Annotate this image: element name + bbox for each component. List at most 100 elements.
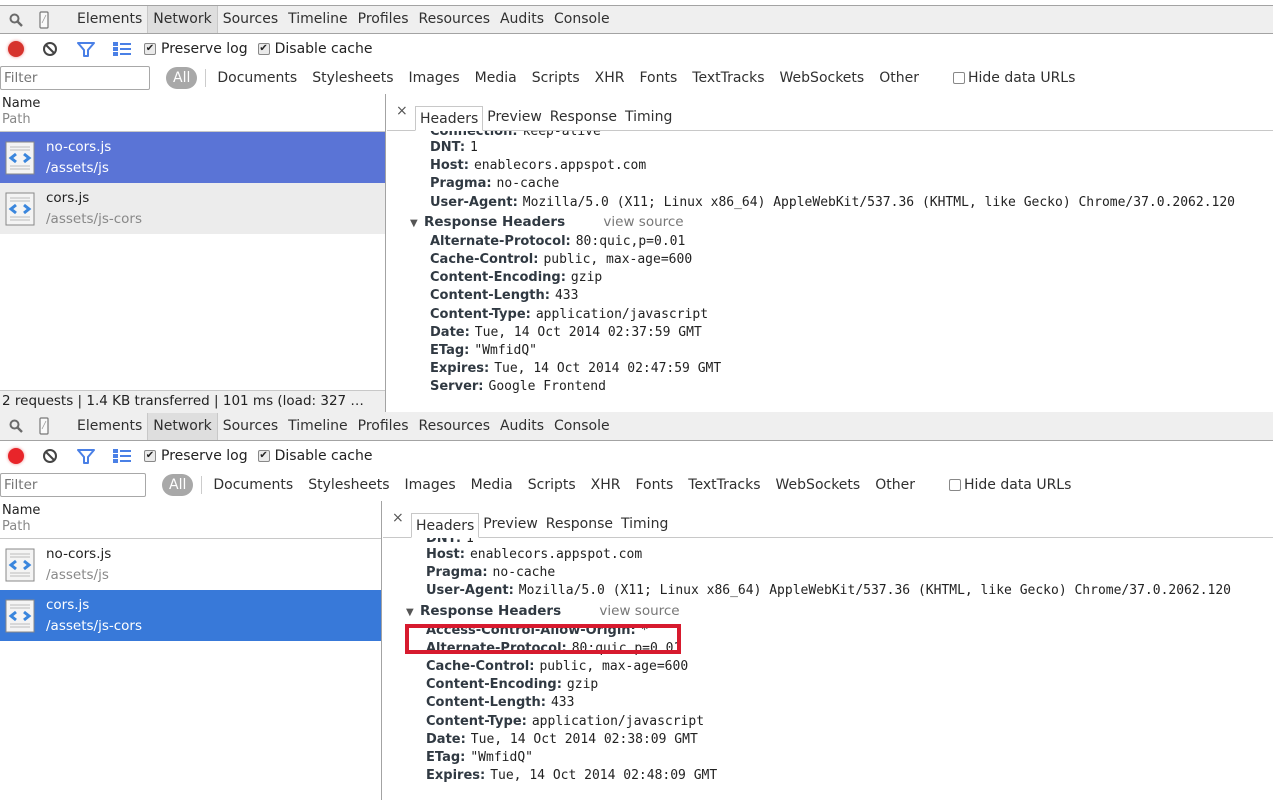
tab-elements[interactable]: Elements (72, 6, 147, 33)
filter-type-media[interactable]: Media (472, 70, 520, 86)
filter-type-texttracks[interactable]: TextTracks (689, 70, 767, 86)
filter-type-scripts[interactable]: Scripts (525, 477, 579, 493)
tab-console[interactable]: Console (549, 413, 615, 440)
filter-type-other[interactable]: Other (876, 70, 922, 86)
main-tab-bar: Elements Network Sources Timeline Profil… (0, 5, 1273, 34)
view-source-link[interactable]: view source (603, 214, 683, 230)
tab-resources[interactable]: Resources (413, 6, 495, 33)
filter-type-xhr[interactable]: XHR (588, 477, 624, 493)
filter-type-images[interactable]: Images (402, 477, 459, 493)
tab-sources[interactable]: Sources (218, 6, 283, 33)
header-value: 433 (550, 695, 575, 711)
search-icon[interactable] (2, 413, 30, 440)
tab-resources[interactable]: Resources (413, 413, 495, 440)
tab-network[interactable]: Network (147, 412, 218, 440)
response-headers-section[interactable]: ▼ Response Headers view source (410, 212, 1273, 233)
request-list-header[interactable]: Name Path (0, 94, 385, 132)
tab-network[interactable]: Network (147, 6, 218, 33)
tab-headers[interactable]: Headers (411, 513, 480, 538)
request-header-row: User-Agent: Mozilla/5.0 (X11; Linux x86_6… (430, 194, 1273, 212)
checkbox-empty-icon (948, 479, 961, 491)
filter-type-texttracks[interactable]: TextTracks (685, 477, 763, 493)
header-key: Alternate-Protocol: (430, 233, 571, 249)
device-mode-icon[interactable] (30, 413, 58, 440)
filter-type-documents[interactable]: Documents (210, 477, 296, 493)
tab-profiles[interactable]: Profiles (353, 413, 414, 440)
filter-type-websockets[interactable]: WebSockets (773, 477, 864, 493)
filter-type-scripts[interactable]: Scripts (529, 70, 583, 86)
record-button[interactable] (0, 448, 32, 464)
filter-type-other[interactable]: Other (872, 477, 918, 493)
filter-type-stylesheets[interactable]: Stylesheets (309, 70, 396, 86)
record-button[interactable] (0, 41, 32, 57)
disable-cache-checkbox[interactable]: ✔ Disable cache (257, 448, 372, 464)
request-row-no-cors[interactable]: no-cors.js /assets/js (0, 539, 381, 590)
tab-timeline[interactable]: Timeline (283, 413, 353, 440)
request-row-cors[interactable]: cors.js /assets/js-cors (0, 183, 385, 234)
header-value: application/javascript (535, 306, 709, 322)
filter-toggle-button[interactable] (68, 448, 104, 464)
tab-preview[interactable]: Preview (479, 512, 542, 537)
close-detail-icon[interactable]: × (396, 103, 408, 119)
large-rows-button[interactable] (104, 449, 140, 463)
header-key: ETag: (426, 749, 466, 765)
hide-data-urls-checkbox[interactable]: Hide data URLs (952, 70, 1075, 86)
preserve-log-checkbox[interactable]: ✔ Preserve log (144, 41, 248, 57)
tab-timeline[interactable]: Timeline (283, 6, 353, 33)
tab-timing[interactable]: Timing (617, 512, 672, 537)
search-icon[interactable] (2, 6, 30, 33)
header-value: Tue, 14 Oct 2014 02:47:59 GMT (494, 361, 722, 377)
clear-icon (43, 42, 57, 56)
response-header-row: Content-Type: application/javascript (430, 306, 1273, 324)
close-detail-icon[interactable]: × (392, 510, 404, 526)
filter-input[interactable] (0, 66, 150, 90)
view-source-link[interactable]: view source (599, 603, 679, 619)
filter-type-media[interactable]: Media (468, 477, 516, 493)
tab-preview[interactable]: Preview (483, 105, 546, 130)
expand-triangle-icon[interactable]: ▼ (410, 218, 418, 229)
response-header-row: Alternate-Protocol: 80:quic,p=0.01 (430, 233, 1273, 251)
clear-button[interactable] (32, 448, 68, 464)
filter-type-fonts[interactable]: Fonts (637, 70, 681, 86)
tab-response[interactable]: Response (546, 105, 621, 130)
request-row-cors[interactable]: cors.js /assets/js-cors (0, 590, 381, 641)
filter-type-websockets[interactable]: WebSockets (777, 70, 868, 86)
filter-type-stylesheets[interactable]: Stylesheets (305, 477, 392, 493)
request-row-no-cors[interactable]: no-cors.js /assets/js (0, 132, 385, 183)
tab-timing[interactable]: Timing (621, 105, 676, 130)
filter-type-documents[interactable]: Documents (214, 70, 300, 86)
response-headers-title: Response Headers (424, 213, 566, 230)
request-header-row: DNT: 1 (430, 139, 1273, 157)
tab-elements[interactable]: Elements (72, 413, 147, 440)
device-mode-icon[interactable] (30, 6, 58, 33)
large-rows-button[interactable] (104, 42, 140, 56)
filter-type-all[interactable]: All (166, 67, 198, 89)
response-header-row: Content-Encoding: gzip (430, 269, 1273, 287)
filter-type-images[interactable]: Images (406, 70, 463, 86)
filter-type-fonts[interactable]: Fonts (633, 477, 677, 493)
detail-tab-bar: × Headers Preview Response Timing (383, 507, 1273, 538)
tab-console[interactable]: Console (549, 6, 615, 33)
network-toolbar: ✔ Preserve log ✔ Disable cache (0, 36, 1273, 62)
tab-audits[interactable]: Audits (495, 6, 549, 33)
filter-type-xhr[interactable]: XHR (592, 70, 628, 86)
disable-cache-checkbox[interactable]: ✔ Disable cache (257, 41, 373, 57)
filter-type-all[interactable]: All (162, 474, 194, 496)
clear-button[interactable] (32, 41, 68, 57)
expand-triangle-icon[interactable]: ▼ (406, 607, 414, 618)
header-value: no-cache (492, 565, 556, 581)
request-list-header[interactable]: Name Path (0, 501, 381, 539)
preserve-log-checkbox[interactable]: ✔ Preserve log (144, 448, 248, 464)
filter-input[interactable] (0, 473, 146, 497)
header-key: Date: (426, 731, 466, 747)
tab-headers[interactable]: Headers (415, 106, 484, 131)
tab-response[interactable]: Response (542, 512, 617, 537)
filter-toggle-button[interactable] (68, 41, 104, 57)
response-headers-section[interactable]: ▼ Response Headers view source (406, 601, 1273, 622)
hide-data-urls-checkbox[interactable]: Hide data URLs (948, 477, 1071, 493)
disable-cache-label: Disable cache (274, 41, 373, 57)
list-view-icon (113, 42, 131, 56)
tab-sources[interactable]: Sources (218, 413, 283, 440)
tab-audits[interactable]: Audits (495, 413, 549, 440)
tab-profiles[interactable]: Profiles (353, 6, 414, 33)
